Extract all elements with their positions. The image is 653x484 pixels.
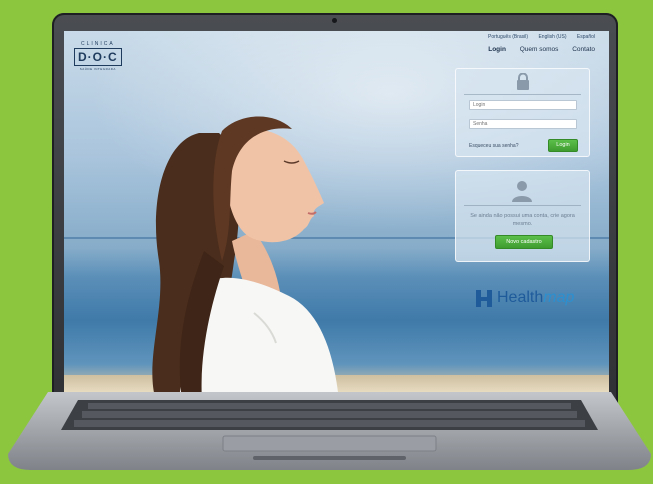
login-input[interactable] [469,100,577,110]
lang-link-es[interactable]: Español [577,34,595,40]
nav-about[interactable]: Quem somos [520,46,559,53]
lang-link-pt[interactable]: Português (Brasil) [488,34,528,40]
language-selector: Português (Brasil) English (US) Español [479,34,595,40]
register-divider [464,205,581,206]
login-button[interactable]: Login [548,139,578,152]
logo-name: D·O·C [74,48,122,66]
healthmap-logo: Health map [476,289,574,307]
webcam-icon [332,18,337,23]
woman-breathing-image [152,116,339,393]
healthmap-h-icon [476,289,492,307]
laptop-base [8,392,651,470]
lang-link-en[interactable]: English (US) [538,34,566,40]
nav-login[interactable]: Login [488,46,506,53]
forgot-password-link[interactable]: Esqueceu sua senha? [469,143,518,149]
lock-icon [517,73,529,90]
new-account-button[interactable]: Novo cadastro [495,235,553,249]
logo-subtitle: SAÚDE INTEGRADA [79,67,116,71]
laptop-screen: CLINICA D·O·C SAÚDE INTEGRADA Português … [64,31,609,393]
register-prompt: Se ainda não possui uma conta, crie agor… [470,213,575,227]
user-icon [512,181,532,202]
register-panel: Se ainda não possui uma conta, crie agor… [455,170,590,262]
login-divider [464,94,581,95]
healthmap-map-text: map [543,289,575,306]
healthmap-health-text: Health [497,289,544,306]
login-panel: Esqueceu sua senha? Login [455,68,590,157]
logo-top-text: CLINICA [80,41,115,47]
clinica-doc-logo[interactable]: CLINICA D·O·C SAÚDE INTEGRADA [74,41,122,71]
password-input[interactable] [469,119,577,129]
top-nav: Login Quem somos Contato [476,46,595,53]
nav-contact[interactable]: Contato [572,46,595,53]
